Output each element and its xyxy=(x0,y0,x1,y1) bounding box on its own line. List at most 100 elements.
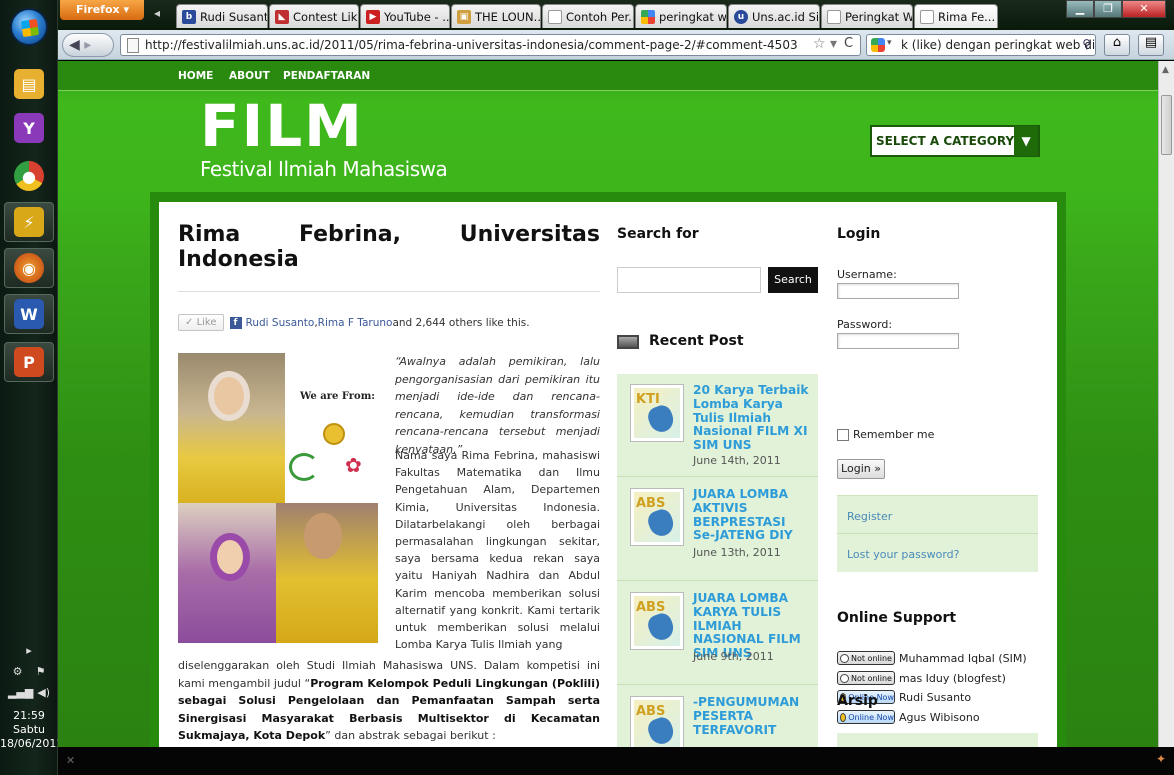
tab-peringkat-google[interactable]: peringkat w... xyxy=(635,4,727,28)
addon-icon[interactable]: ✦ xyxy=(1156,752,1166,766)
recent-post-date: June 9th, 2011 xyxy=(693,650,774,663)
facebook-icon: f xyxy=(229,316,242,329)
tray-expand[interactable]: ▸ xyxy=(0,640,58,661)
site-logo[interactable]: FILM Festival Ilmiah Mahasiswa xyxy=(200,97,448,181)
register-link[interactable]: Register xyxy=(847,510,892,523)
volume-icon[interactable]: ◀) xyxy=(37,686,50,699)
recent-post-link[interactable]: -PENGUMUMAN PESERTA TERFAVORIT xyxy=(693,695,811,737)
tab-peringkat-web[interactable]: Peringkat W... xyxy=(821,4,913,28)
reload-icon[interactable]: C xyxy=(844,36,853,51)
home-button[interactable]: ⌂ xyxy=(1104,34,1130,56)
username-field[interactable] xyxy=(837,283,959,299)
site-search-input[interactable] xyxy=(617,267,761,293)
taskbar-word[interactable]: W xyxy=(4,294,54,334)
nav-about[interactable]: ABOUT xyxy=(229,70,270,82)
taskbar-powerpoint[interactable]: P xyxy=(4,342,54,382)
post-body-paragraph: Nama saya Rima Febrina, mahasiswi Fakult… xyxy=(395,449,600,652)
category-select-label: SELECT A CATEGORY xyxy=(876,134,1015,148)
post-thumbnail[interactable]: ABS xyxy=(630,696,684,747)
clock[interactable]: 21:59 Sabtu 18/06/2011 xyxy=(0,709,64,751)
search-widget-title: Search for xyxy=(617,226,699,242)
windows-logo-icon xyxy=(20,18,40,38)
logo-subtitle: Festival Ilmiah Mahasiswa xyxy=(200,157,448,181)
google-icon xyxy=(641,9,655,24)
tab-rudi-susanto[interactable]: b Rudi Susanto xyxy=(176,4,268,28)
login-button[interactable]: Login » xyxy=(837,459,885,479)
drop-mascot-icon xyxy=(645,610,677,644)
scrollbar-thumb[interactable] xyxy=(1161,95,1172,155)
online-support-title: Online Support xyxy=(837,610,957,626)
drop-mascot-icon xyxy=(645,714,677,747)
post-title: Rima Febrina, Universitas Indonesia xyxy=(178,222,600,272)
minimize-button[interactable]: ▁ xyxy=(1066,0,1094,18)
post-thumbnail[interactable]: ABS xyxy=(630,592,684,650)
recent-post-item[interactable]: ABS -PENGUMUMAN PESERTA TERFAVORIT xyxy=(617,686,818,747)
search-engine-dropdown-icon[interactable]: ▾ xyxy=(887,38,892,48)
recent-post-item[interactable]: KTI 20 Karya Terbaik Lomba Karya Tulis I… xyxy=(617,374,818,477)
like-friend-link[interactable]: Rudi Susanto xyxy=(246,317,315,329)
firefox-menu-button[interactable]: Firefox ▾ xyxy=(60,0,144,20)
status-icon xyxy=(840,712,847,722)
site-search-button[interactable]: Search xyxy=(768,267,818,293)
like-friend-link[interactable]: Rima F Taruno xyxy=(318,317,393,329)
close-addon-bar-icon[interactable]: ✕ xyxy=(66,754,75,767)
tab-scroll-left-icon[interactable]: ◂ xyxy=(150,6,164,28)
search-icon[interactable]: ⚲ xyxy=(1082,37,1091,51)
scroll-up-icon[interactable]: ▲ xyxy=(1162,65,1169,75)
taskbar-winamp[interactable]: ⚡ xyxy=(4,202,54,242)
support-contact[interactable]: Not online mas Iduy (blogfest) xyxy=(837,671,1006,685)
nav-pendaftaran[interactable]: PENDAFTARAN xyxy=(283,70,370,82)
bookmark-star-icon[interactable]: ☆ ▾ xyxy=(813,36,837,52)
taskbar-firefox[interactable]: ◉ xyxy=(4,248,54,288)
tab-rima-febrina[interactable]: Rima Fe...✕ xyxy=(914,4,998,28)
vertical-scrollbar[interactable]: ▲ xyxy=(1158,61,1174,747)
tab-label: YouTube - ... xyxy=(384,9,450,24)
chrome-icon: ● xyxy=(14,161,44,191)
network-tool-icon[interactable]: ⚙ xyxy=(13,665,23,678)
action-center-flag-icon[interactable]: ⚑ xyxy=(36,665,46,678)
maximize-button[interactable]: ❐ xyxy=(1094,0,1122,18)
tab-contest[interactable]: ◣ Contest Lik... xyxy=(269,4,359,28)
support-contact[interactable]: Not online Muhammad Iqbal (SIM) xyxy=(837,651,1027,665)
recent-post-link[interactable]: JUARA LOMBA AKTIVIS BERPRESTASI Se-JATEN… xyxy=(693,487,811,543)
post-thumbnail[interactable]: KTI xyxy=(630,384,684,442)
bookmarks-menu-button[interactable]: ▤ xyxy=(1138,34,1164,56)
ppsdms-logo-icon: ✿ xyxy=(345,453,362,477)
signal-icon[interactable]: ▂▄▆ xyxy=(8,686,33,699)
back-forward-buttons: ◀ ▸ xyxy=(62,33,114,57)
recent-post-item[interactable]: ABS JUARA LOMBA AKTIVIS BERPRESTASI Se-J… xyxy=(617,478,818,581)
nav-home[interactable]: HOME xyxy=(178,70,213,82)
taskbar-chrome[interactable]: ● xyxy=(4,156,54,196)
post-title-word: Universitas xyxy=(459,222,600,247)
clock-date: 18/06/2011 xyxy=(0,737,64,750)
tab-uns[interactable]: u Uns.ac.id Sit... xyxy=(728,4,820,28)
post-title-line2: Indonesia xyxy=(178,247,299,272)
remember-me-checkbox[interactable] xyxy=(837,429,849,441)
lost-password-link[interactable]: Lost your password? xyxy=(847,548,960,561)
close-window-button[interactable]: ✕ xyxy=(1122,0,1166,18)
post-thumbnail[interactable]: ABS xyxy=(630,488,684,546)
start-button[interactable] xyxy=(10,8,48,46)
search-bar[interactable]: ▾ k (like) dengan peringkat web di alexa… xyxy=(866,34,1096,56)
url-bar[interactable]: http://festivalilmiah.uns.ac.id/2011/05/… xyxy=(120,34,861,56)
recent-post-date: June 14th, 2011 xyxy=(693,454,781,467)
forward-arrow-icon[interactable]: ▸ xyxy=(84,37,91,53)
back-arrow-icon[interactable]: ◀ xyxy=(69,37,80,53)
tab-youtube[interactable]: ▶ YouTube - ... xyxy=(360,4,450,28)
like-button[interactable]: ✓ Like xyxy=(178,314,224,331)
taskbar-yahoo[interactable]: Y xyxy=(4,108,54,148)
tab-contoh[interactable]: Contoh Per... xyxy=(542,4,634,28)
google-search-icon xyxy=(871,38,885,52)
archive-box xyxy=(837,733,1038,747)
recent-post-item[interactable]: ABS JUARA LOMBA KARYA TULIS ILMIAH NASIO… xyxy=(617,582,818,685)
tab-label: Uns.ac.id Sit... xyxy=(752,9,820,24)
tab-label: peringkat w... xyxy=(659,9,726,24)
tab-lounge[interactable]: ▣ THE LOUN... xyxy=(451,4,541,28)
close-tab-icon[interactable]: ✕ xyxy=(995,10,997,23)
taskbar-explorer[interactable]: ▤ xyxy=(4,64,54,104)
password-field[interactable] xyxy=(837,333,959,349)
category-select[interactable]: SELECT A CATEGORY ▼ xyxy=(870,125,1040,157)
support-contact[interactable]: Online Now Agus Wibisono xyxy=(837,710,980,724)
recent-post-link[interactable]: 20 Karya Terbaik Lomba Karya Tulis Ilmia… xyxy=(693,383,811,453)
username-label: Username: xyxy=(837,268,897,281)
